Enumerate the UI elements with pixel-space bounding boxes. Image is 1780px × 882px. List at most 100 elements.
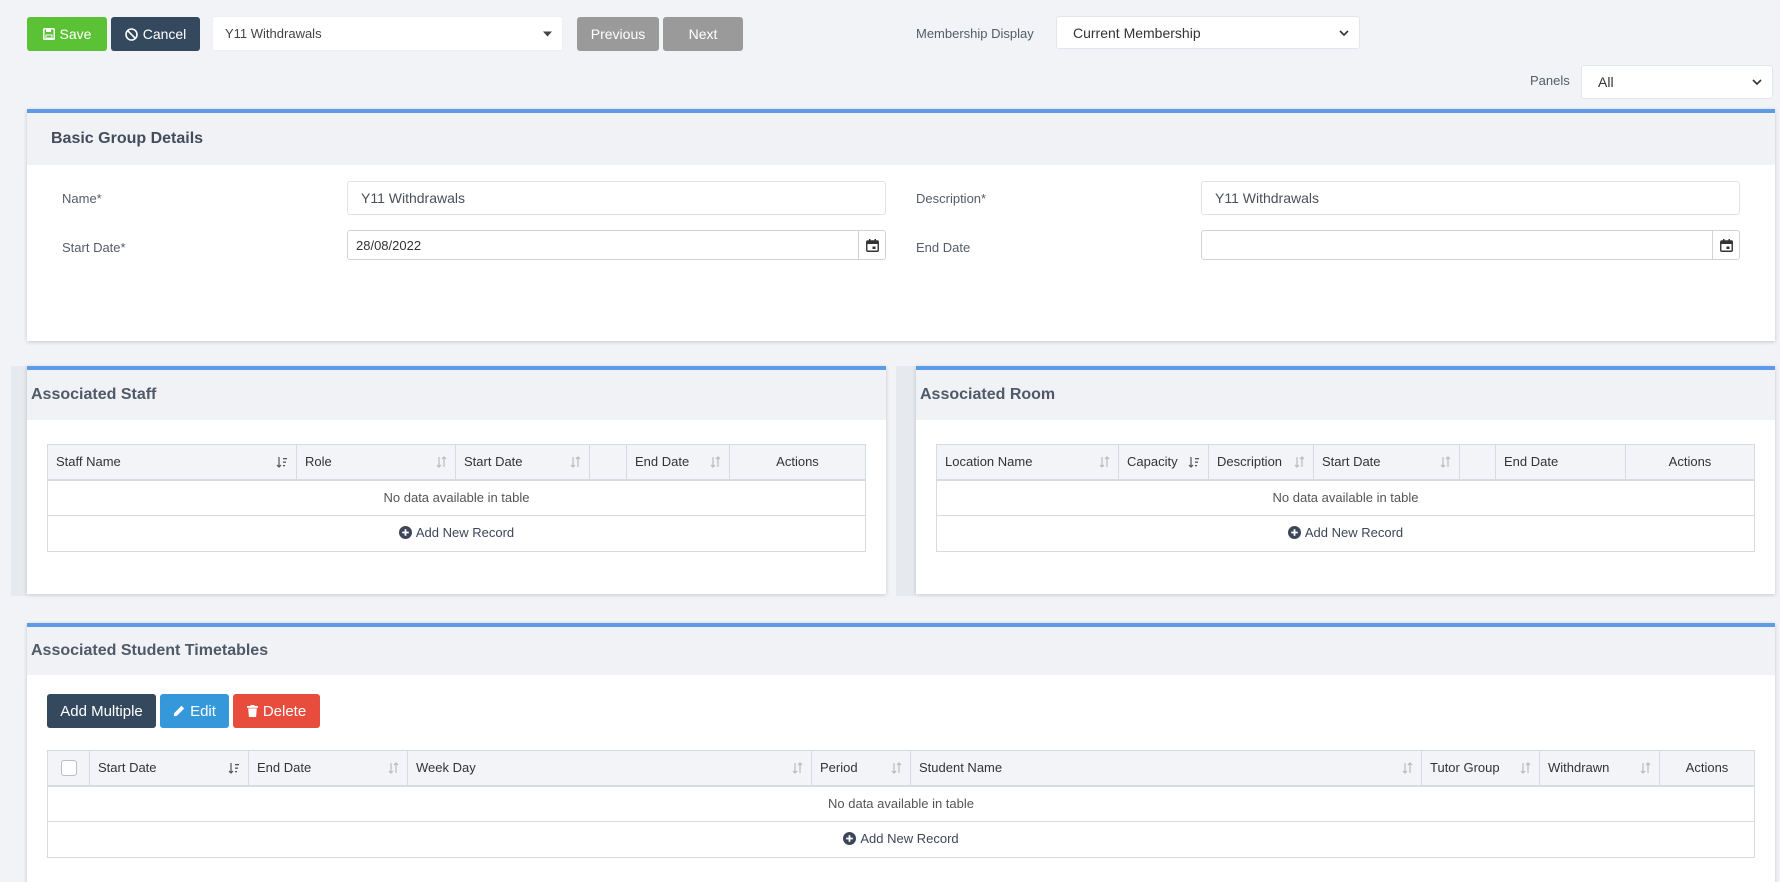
end-date-label: End Date [916,240,971,255]
plus-circle-icon [843,832,857,845]
table-row: Add New Record [47,515,866,552]
column-label: Actions [1668,454,1712,470]
column-header-tutor-group[interactable]: Tutor Group [1421,750,1540,787]
sort-asc-icon [1188,456,1199,468]
calendar-button[interactable] [1712,231,1739,259]
add-multiple-label: Add Multiple [60,702,143,720]
timetables-table: Start Date End Date Week Day Period Stud… [47,750,1755,858]
edit-button[interactable]: Edit [160,694,229,728]
panel-title: Associated Room [920,386,1056,403]
sort-icon [710,455,721,468]
panels-select[interactable]: All [1581,65,1773,99]
room-panel-gutter [896,366,916,596]
cancel-label: Cancel [142,26,187,42]
delete-button[interactable]: Delete [233,694,320,728]
calendar-button[interactable] [858,231,885,259]
name-field[interactable]: Y11 Withdrawals [347,181,886,215]
column-header-actions: Actions [1659,750,1755,787]
start-date-field[interactable]: 28/08/2022 [347,230,886,260]
add-row-cell: Add New Record [47,821,1755,858]
column-header-end-date[interactable]: End Date [626,444,730,481]
column-label: End Date [635,454,690,470]
column-label: Capacity [1127,454,1178,470]
edit-label: Edit [190,702,216,720]
column-label: Tutor Group [1430,760,1500,776]
panel-header: Basic Group Details [27,113,1775,165]
column-label: Start Date [98,760,157,776]
column-header-withdrawn[interactable]: Withdrawn [1539,750,1660,787]
column-header-start-date[interactable]: Start Date [1313,444,1460,481]
panel-title: Associated Student Timetables [31,642,269,659]
add-new-record-button[interactable]: Add New Record [843,831,959,846]
save-label: Save [59,26,92,42]
membership-display-label: Membership Display [916,26,1034,41]
ban-icon [124,27,138,41]
column-header-capacity[interactable]: Capacity [1118,444,1209,481]
next-button[interactable]: Next [663,17,743,51]
sort-icon [1440,455,1451,468]
column-label: Student Name [919,760,1003,776]
column-header-actions: Actions [729,444,866,481]
column-header-description[interactable]: Description [1208,444,1314,481]
next-label: Next [688,26,718,42]
table-header-row: Location Name Capacity Description Start… [936,444,1755,481]
membership-display-select[interactable]: Current Membership [1056,16,1360,49]
membership-display-value: Current Membership [1073,24,1201,41]
calendar-icon [865,238,879,252]
sort-icon [1402,761,1413,774]
panels-label: Panels [1530,73,1570,88]
floppy-icon [42,28,55,40]
column-header-end-date[interactable]: End Date [1495,444,1626,481]
panel-title: Basic Group Details [51,130,204,147]
add-row-cell: Add New Record [47,515,866,552]
sort-icon [1640,761,1651,774]
select-all-checkbox[interactable] [60,760,77,777]
cancel-button[interactable]: Cancel [111,17,200,51]
save-button[interactable]: Save [27,17,107,51]
column-label: Withdrawn [1548,760,1610,776]
panel-title: Associated Staff [31,386,157,403]
column-header-start-date[interactable]: Start Date [89,750,249,787]
panel-header: Associated Staff [27,370,886,420]
column-header-week-day[interactable]: Week Day [407,750,812,787]
add-new-record-label: Add New Record [415,525,515,540]
add-new-record-label: Add New Record [860,831,959,846]
group-select-value: Y11 Withdrawals [225,26,322,41]
column-header-student-name[interactable]: Student Name [910,750,1422,787]
column-header-blank [589,444,627,481]
room-table: Location Name Capacity Description Start… [936,444,1755,552]
description-label: Description* [916,191,987,206]
add-new-record-button[interactable]: Add New Record [398,525,515,540]
sort-icon [1294,455,1305,468]
sort-icon [1099,455,1110,468]
column-label: End Date [1504,454,1559,470]
description-field[interactable]: Y11 Withdrawals [1201,181,1740,215]
column-label: Start Date [464,454,523,470]
column-label: Start Date [1322,454,1381,470]
sort-icon [388,761,399,774]
sort-icon [792,761,803,774]
add-multiple-button[interactable]: Add Multiple [47,694,156,728]
column-header-end-date[interactable]: End Date [248,750,408,787]
column-header-blank [1459,444,1496,481]
column-header-staff-name[interactable]: Staff Name [47,444,297,481]
panel-header: Associated Student Timetables [27,627,1775,675]
sort-icon [436,455,447,468]
column-header-actions: Actions [1625,444,1755,481]
start-date-label: Start Date* [62,240,126,255]
column-label: End Date [257,760,312,776]
calendar-icon [1719,238,1733,252]
column-header-location-name[interactable]: Location Name [936,444,1119,481]
empty-message: No data available in table [936,479,1755,516]
column-header-period[interactable]: Period [811,750,911,787]
previous-button[interactable]: Previous [577,17,659,51]
empty-message: No data available in table [47,479,866,516]
column-label: Location Name [945,454,1033,470]
column-header-role[interactable]: Role [296,444,456,481]
column-header-start-date[interactable]: Start Date [455,444,590,481]
table-header-row: Staff Name Role Start Date End Date Acti… [47,444,866,481]
chevron-down-icon [1339,29,1349,36]
group-select[interactable]: Y11 Withdrawals [212,16,563,51]
end-date-field[interactable] [1201,230,1740,260]
add-new-record-button[interactable]: Add New Record [1287,525,1403,540]
